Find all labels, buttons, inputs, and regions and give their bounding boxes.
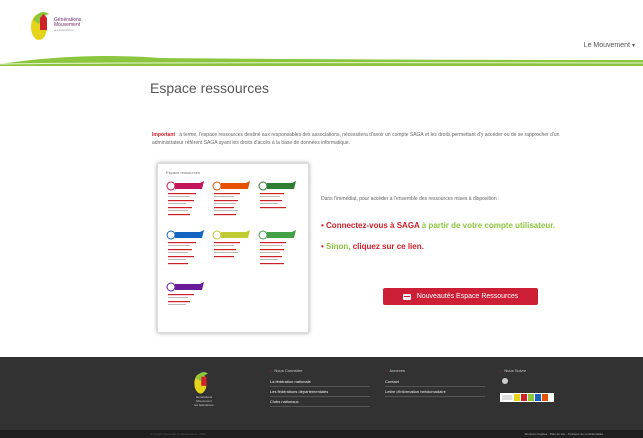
footer-logo-line-3: les fédérations (194, 403, 214, 407)
logo-mark-icon (31, 12, 49, 40)
thumb-card-1 (166, 181, 204, 216)
access-instructions: Dans l'immédiat, pour accéder à l'ensemb… (321, 196, 621, 251)
green-header-band (0, 56, 643, 66)
intro-text: : à terme, l'espace ressources destiné a… (152, 132, 560, 146)
nouveautes-button[interactable]: Nouveautés Espace Ressources (383, 288, 538, 305)
footer-logo-text: Générations Mouvement les fédérations (182, 395, 226, 407)
important-label: Important (152, 132, 176, 138)
facebook-icon[interactable] (502, 378, 508, 384)
footer-col-heading: • Annexes (385, 368, 485, 373)
footer-col-annexes: • Annexes Contact Lettre d'information he… (385, 368, 485, 397)
bullet-icon: • (385, 368, 387, 373)
saga-link-part-1: Connectez-vous à SAGA (326, 221, 420, 230)
thumb-card-7 (166, 282, 204, 305)
thumbnail-title: Espace ressources (166, 170, 201, 175)
thumb-card-3 (258, 181, 296, 209)
thumb-card-2 (212, 181, 250, 216)
thumb-card-5 (212, 230, 250, 258)
logo-text: Générations Mouvement les fédérations (54, 18, 81, 33)
menu-label: Le Mouvement (583, 42, 630, 49)
site-logo[interactable]: Générations Mouvement les fédérations (30, 8, 100, 48)
thumb-card-6 (258, 230, 296, 265)
bullet-icon: • (500, 368, 502, 373)
intro-paragraph: Important : à terme, l'espace ressources… (152, 131, 582, 147)
saga-link-part-2: à partir de votre compte utilisateur. (419, 221, 556, 230)
footer-link[interactable]: Contact (385, 377, 485, 387)
footer-col2-title: Annexes (389, 368, 405, 373)
thumb-card-4 (166, 230, 204, 265)
click-here-link[interactable]: • Sinon, cliquez sur ce lien. (321, 242, 424, 251)
footer-col3-title: Nous Suivre (504, 368, 527, 373)
saga-login-link[interactable]: • Connectez-vous à SAGA à partir de votr… (321, 221, 555, 230)
footer-col-nous-suivre: • Nous Suivre (500, 368, 526, 377)
copyright-text: Copyright Générations Mouvement - 2020 (150, 432, 206, 436)
click-link-part-2: cliquez sur ce lien. (352, 242, 424, 251)
partner-badge-icon[interactable] (500, 393, 554, 402)
footer-col1-title: Nous Connaître (274, 368, 303, 373)
footer-link[interactable]: La fédération nationale (270, 377, 370, 387)
footer-col-heading: • Nous Suivre (500, 368, 526, 373)
footer-link[interactable]: Clubs nationaux (270, 397, 370, 407)
logo-line-3: les fédérations (54, 28, 74, 32)
access-intro-text: Dans l'immédiat, pour accéder à l'ensemb… (321, 196, 500, 202)
footer-link[interactable]: Les fédérations départementales (270, 387, 370, 397)
footer-logo-mark-icon (194, 372, 209, 394)
nav-menu-le-mouvement[interactable]: Le Mouvement ▾ (584, 42, 635, 49)
footer-col-heading: • Nous Connaître (270, 368, 370, 373)
footer-link[interactable]: Lettre d'information hebdomadaire (385, 387, 485, 397)
espace-ressources-thumbnail[interactable]: Espace ressources (157, 163, 309, 333)
site-header: Générations Mouvement les fédérations Le… (0, 0, 643, 58)
thumbnail-category-grid (166, 181, 296, 305)
legal-links[interactable]: Mentions légales - Plan du site - Politi… (525, 432, 603, 436)
newspaper-icon (402, 293, 411, 300)
click-link-part-1: Sinon, (326, 242, 353, 251)
page-title: Espace ressources (150, 80, 270, 96)
footer-col-nous-connaitre: • Nous Connaître La fédération nationale … (270, 368, 370, 407)
nouveautes-button-label: Nouveautés Espace Ressources (416, 293, 519, 300)
footer-logo[interactable]: Générations Mouvement les fédérations (182, 369, 222, 414)
chevron-down-icon: ▾ (631, 43, 635, 49)
bullet-icon: • (270, 368, 272, 373)
